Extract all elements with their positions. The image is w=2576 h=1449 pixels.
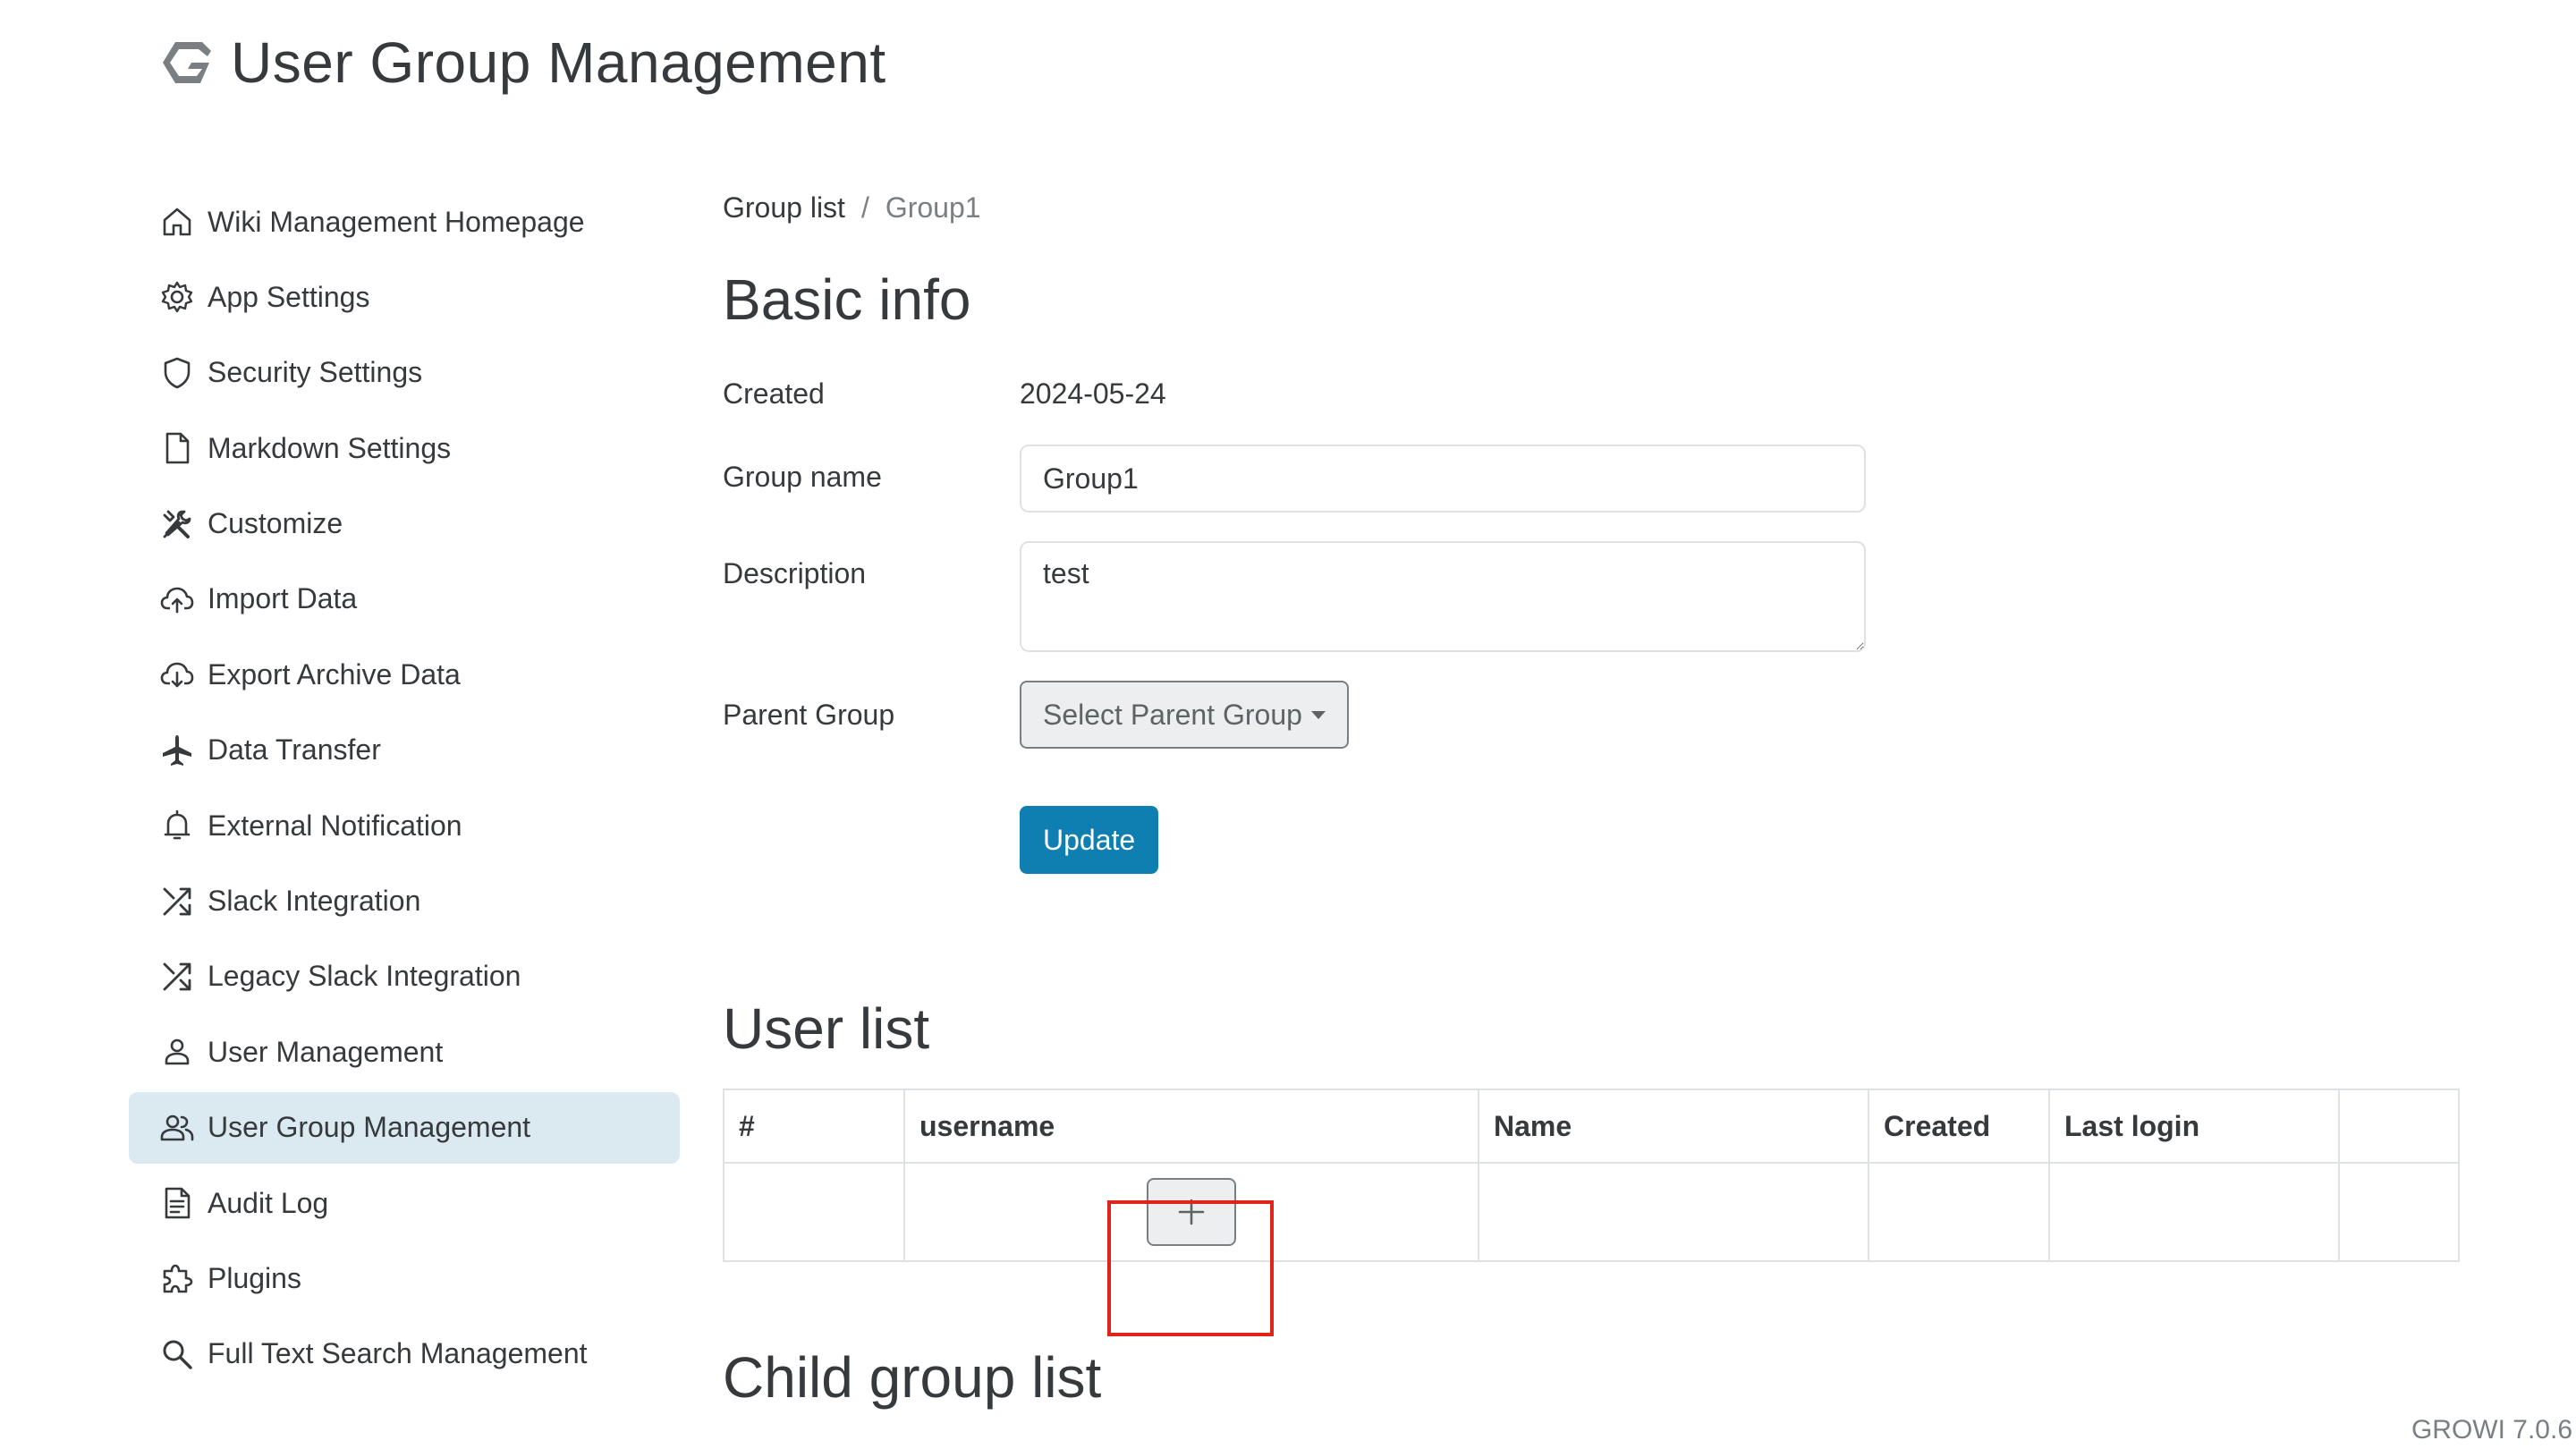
select-parent-group-dropdown[interactable]: Select Parent Group [1020,681,1349,749]
column-header-last-login: Last login [2048,1089,2340,1164]
select-parent-group-label: Select Parent Group [1043,698,1302,731]
cloud-download-icon [159,657,195,692]
table-cell [1478,1162,1869,1262]
created-row: Created 2024-05-24 [723,377,2458,411]
group-name-input[interactable] [1020,445,1866,513]
cloud-upload-icon [159,581,195,617]
child-group-list-heading: Child group list [723,1345,1102,1410]
sidebar-item-label: Wiki Management Homepage [208,205,585,238]
sidebar-item-label: Markdown Settings [208,431,452,464]
sidebar-item-plugins[interactable]: Plugins [129,1242,680,1314]
shuffle-icon [159,884,195,919]
sidebar-item-audit-log[interactable]: Audit Log [129,1167,680,1239]
page-title: User Group Management [231,30,886,95]
table-cell [723,1162,905,1262]
table-cell [2048,1162,2340,1262]
table-cell [2338,1162,2460,1262]
column-header-actions [2338,1089,2460,1164]
table-header-row: # username Name Created Last login [723,1089,2460,1164]
column-header-created: Created [1868,1089,2050,1164]
column-header-number: # [723,1089,905,1164]
description-label: Description [723,557,867,589]
tools-icon [159,506,195,542]
description-textarea[interactable]: test [1020,541,1866,652]
update-button[interactable]: Update [1020,806,1159,874]
search-icon [159,1336,195,1372]
parent-group-label: Parent Group [723,698,895,731]
sidebar-item-user-management[interactable]: User Management [129,1016,680,1088]
sidebar-item-label: Export Archive Data [208,657,461,691]
column-header-username: username [903,1089,1479,1164]
sidebar-item-label: Slack Integration [208,885,421,918]
airplane-icon [159,733,195,768]
sidebar-item-security-settings[interactable]: Security Settings [129,337,680,409]
update-row: Update [723,806,2458,874]
parent-group-row: Parent Group Select Parent Group [723,681,2458,749]
sidebar-item-export-archive-data[interactable]: Export Archive Data [129,639,680,710]
caret-down-icon [1310,710,1326,719]
user-table: # username Name Created Last login [723,1089,2460,1262]
sidebar-item-label: Legacy Slack Integration [208,960,521,993]
column-header-name: Name [1478,1089,1869,1164]
file-icon [159,430,195,466]
admin-sidebar: Wiki Management Homepage App Settings Se… [129,186,680,1394]
app-header: User Group Management [157,27,886,98]
description-row: Description test [723,541,2458,652]
home-icon [159,204,195,240]
main-content: Group list / Group1 Basic info Created 2… [723,179,2460,1411]
sidebar-item-data-transfer[interactable]: Data Transfer [129,715,680,786]
document-icon [159,1185,195,1221]
sidebar-item-label: Data Transfer [208,733,381,767]
group-icon [159,1110,195,1146]
person-icon [159,1034,195,1070]
breadcrumb-separator: / [860,191,869,224]
sidebar-item-legacy-slack-integration[interactable]: Legacy Slack Integration [129,941,680,1013]
created-value: 2024-05-24 [1020,377,1166,410]
group-name-row: Group name [723,445,2458,513]
sidebar-item-label: User Management [208,1035,444,1068]
created-label: Created [723,377,825,410]
bell-icon [159,808,195,843]
breadcrumb-group-list-link[interactable]: Group list [723,191,845,225]
sidebar-item-label: Customize [208,507,343,540]
version-label: GROWI 7.0.6 [2411,1415,2572,1445]
sidebar-item-label: Full Text Search Management [208,1337,588,1370]
basic-info-heading: Basic info [723,267,971,332]
sidebar-item-label: Security Settings [208,356,423,389]
sidebar-item-markdown-settings[interactable]: Markdown Settings [129,412,680,484]
sidebar-item-slack-integration[interactable]: Slack Integration [129,866,680,937]
group-name-label: Group name [723,461,882,493]
table-cell [1868,1162,2050,1262]
breadcrumb-current: Group1 [885,191,981,224]
sidebar-item-user-group-management[interactable]: User Group Management [129,1091,680,1164]
sidebar-item-wiki-management-homepage[interactable]: Wiki Management Homepage [129,186,680,258]
sidebar-item-full-text-search-management[interactable]: Full Text Search Management [129,1318,680,1390]
table-row [723,1162,2460,1262]
table-cell [903,1162,1479,1262]
gear-icon [159,279,195,315]
shuffle-icon [159,959,195,995]
shield-icon [159,355,195,391]
breadcrumb: Group list / Group1 [723,179,2458,236]
sidebar-item-app-settings[interactable]: App Settings [129,261,680,333]
user-list-heading: User list [723,996,930,1061]
growi-logo-icon[interactable] [157,33,216,92]
sidebar-item-label: Audit Log [208,1186,329,1219]
sidebar-item-label: External Notification [208,809,462,842]
sidebar-item-external-notification[interactable]: External Notification [129,790,680,861]
sidebar-item-customize[interactable]: Customize [129,488,680,560]
puzzle-icon [159,1260,195,1296]
add-user-button[interactable] [1147,1178,1236,1246]
plus-icon [1178,1199,1205,1225]
sidebar-item-label: User Group Management [208,1111,531,1144]
page: User Group Management Wiki Management Ho… [0,0,2576,1449]
sidebar-item-import-data[interactable]: Import Data [129,564,680,635]
sidebar-item-label: App Settings [208,280,370,313]
sidebar-item-label: Import Data [208,582,358,615]
sidebar-item-label: Plugins [208,1261,301,1294]
